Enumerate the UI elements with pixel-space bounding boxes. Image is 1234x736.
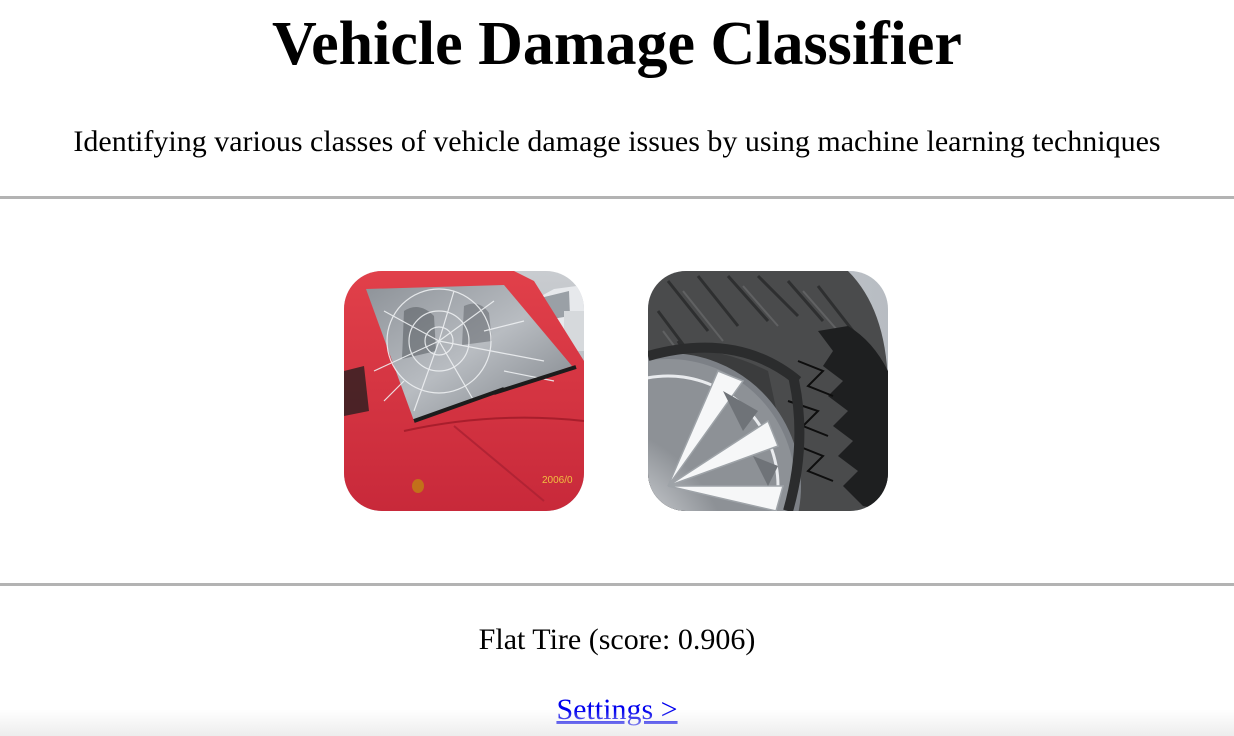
bottom-divider	[0, 583, 1234, 586]
page: Vehicle Damage Classifier Identifying va…	[0, 0, 1234, 736]
image-gallery: 2006/0	[0, 271, 1234, 511]
sample-image-broken-windshield[interactable]: 2006/0	[344, 271, 584, 511]
settings-link[interactable]: Settings >	[556, 693, 677, 726]
prediction-result: Flat Tire (score: 0.906)	[478, 623, 756, 656]
page-title: Vehicle Damage Classifier	[272, 10, 962, 78]
broken-windshield-photo: 2006/0	[344, 271, 584, 511]
page-subtitle: Identifying various classes of vehicle d…	[73, 125, 1161, 158]
date-stamp-text: 2006/0	[542, 475, 573, 486]
top-divider	[0, 196, 1234, 199]
settings-row: Settings >	[0, 690, 1234, 730]
sample-image-flat-tire[interactable]	[648, 271, 888, 511]
flat-tire-photo	[648, 271, 888, 511]
